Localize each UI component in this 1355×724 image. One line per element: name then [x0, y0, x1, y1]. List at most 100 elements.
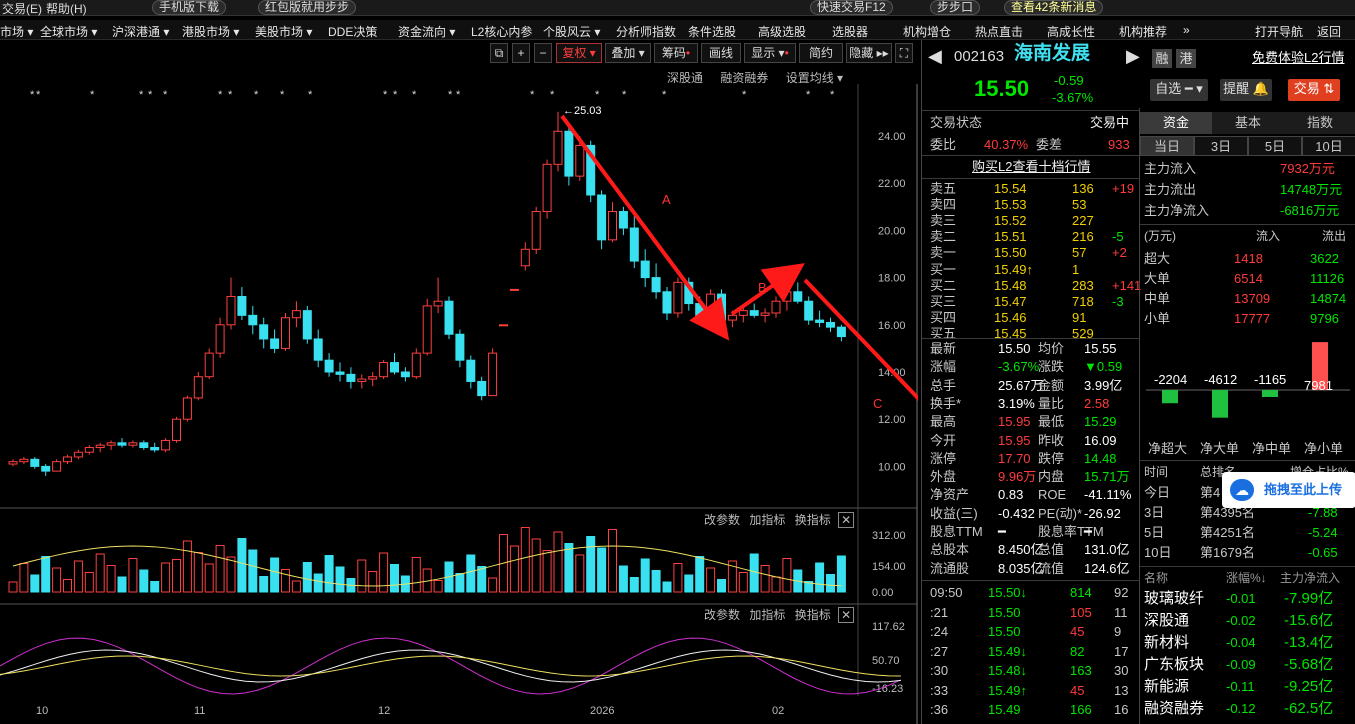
ind-add-button[interactable]: 加指标	[749, 608, 785, 622]
menu-item-1[interactable]: 全球市场 ▾	[40, 23, 97, 40]
candle	[302, 305, 312, 344]
menu-item-10[interactable]: 条件选股	[688, 23, 736, 40]
asks-change: +2	[1112, 245, 1127, 261]
sgt-link[interactable]: 深股通	[667, 71, 703, 85]
candle	[793, 282, 803, 304]
chouma-button[interactable]: 筹码•	[654, 43, 698, 63]
yincang-button[interactable]: 隐藏 ▸▸	[846, 43, 892, 63]
menu-item-7[interactable]: L2核心内参	[471, 23, 532, 40]
sector-name[interactable]: 融资融券	[1144, 700, 1204, 717]
menu-item-3[interactable]: 港股市场 ▾	[182, 23, 239, 40]
candle	[717, 289, 726, 325]
stat-value: ▼0.59	[1084, 359, 1123, 375]
volume-bar	[161, 562, 171, 593]
next-arrow-icon[interactable]: ▶	[1126, 47, 1140, 65]
trade-button[interactable]: 交易 ⇅	[1288, 79, 1340, 101]
upload-widget[interactable]: ☁ 拖拽至此上传	[1222, 472, 1355, 508]
menu-item-8[interactable]: 个股风云 ▾	[543, 23, 600, 40]
menu-item-14[interactable]: 热点直击	[975, 23, 1023, 40]
buy-l2-link[interactable]: 购买L2查看十档行情	[972, 158, 1090, 175]
stat-value: -26.92	[1084, 505, 1121, 521]
menu-item-2[interactable]: 沪深港通 ▾	[112, 23, 169, 40]
fuquan-button[interactable]: 复权 ▾	[556, 43, 602, 63]
ind-param-button[interactable]: 改参数	[704, 608, 740, 622]
volume-bar	[302, 562, 312, 593]
volume-bar	[204, 563, 214, 593]
menu-item-13[interactable]: 机构增仓	[903, 23, 951, 40]
tick-volume: 814	[1070, 585, 1092, 600]
vol-add-button[interactable]: 加指标	[749, 513, 785, 527]
net-flow-name: 净中单	[1252, 441, 1292, 456]
window-icon[interactable]: ⧉	[490, 43, 508, 63]
menu-item-15[interactable]: 高成长性	[1047, 23, 1095, 40]
bids-change: -3	[1112, 293, 1124, 309]
tick-count: 30	[1114, 663, 1129, 678]
fullscreen-icon[interactable]: ⛶	[895, 43, 913, 63]
menu-item-6[interactable]: 资金流向 ▾	[398, 23, 455, 40]
sector-name[interactable]: 玻璃玻纤	[1144, 590, 1204, 607]
quick-trade-button[interactable]: 快速交易F12	[810, 0, 893, 15]
rzrq-link[interactable]: 融资融券	[720, 71, 768, 85]
zoom-in-button[interactable]: +	[512, 43, 530, 63]
menu-help[interactable]: 帮助(H)	[46, 0, 87, 17]
svg-text:*: *	[254, 89, 259, 101]
sector-name[interactable]: 新能源	[1144, 678, 1189, 695]
tab-basic[interactable]: 基本	[1212, 112, 1284, 134]
sector-name[interactable]: 深股通	[1144, 612, 1189, 629]
menu-item-12[interactable]: 选股器	[832, 23, 868, 40]
alert-button[interactable]: 提醒 🔔	[1220, 79, 1272, 101]
menu-item-16[interactable]: 机构推荐	[1119, 23, 1167, 40]
tick-count: 13	[1114, 682, 1129, 698]
period-tab-2[interactable]: 5日	[1248, 136, 1302, 156]
menu-item-0[interactable]: 市场 ▾	[0, 23, 33, 40]
bubu-button[interactable]: 步步口	[930, 0, 981, 15]
jianyue-button[interactable]: 简约	[799, 43, 843, 63]
vol-param-button[interactable]: 改参数	[704, 513, 740, 527]
vol-close-icon[interactable]: ✕	[838, 512, 855, 528]
menu-item-19[interactable]: 返回	[1317, 23, 1341, 40]
fund-row-out: 11126	[1310, 271, 1345, 286]
promo-button[interactable]: 红包版就用步步	[258, 0, 357, 15]
l2-trial-link[interactable]: 免费体验L2行情	[1252, 49, 1344, 66]
x-tick: 2026	[590, 705, 614, 717]
vol-switch-button[interactable]: 换指标	[795, 513, 831, 527]
menu-item-11[interactable]: 高级选股	[758, 23, 806, 40]
back-arrow-icon[interactable]: ◀	[928, 47, 942, 65]
zoom-out-button[interactable]: −	[534, 43, 552, 63]
period-tab-0[interactable]: 当日	[1140, 136, 1194, 156]
menu-item-17[interactable]: »	[1183, 23, 1190, 37]
hk-badge[interactable]: 港	[1176, 49, 1196, 68]
svg-text:*: *	[662, 89, 667, 101]
rank-pct: -5.24	[1308, 525, 1338, 540]
period-tab-1[interactable]: 3日	[1194, 136, 1248, 156]
svg-text:*: *	[228, 89, 233, 101]
stat-value: -0.432	[998, 505, 1035, 521]
rz-badge[interactable]: 融	[1152, 49, 1172, 68]
ind-switch-button[interactable]: 换指标	[795, 608, 831, 622]
sector-name[interactable]: 广东板块	[1144, 656, 1204, 673]
asks-volume: 57	[1072, 245, 1087, 261]
messages-button[interactable]: 查看42条新消息	[1004, 0, 1104, 15]
menu-item-4[interactable]: 美股市场 ▾	[255, 23, 312, 40]
volume-bar	[749, 553, 759, 593]
kline-chart[interactable]: 24.0022.0020.0018.0016.0014.0012.0010.00…	[0, 84, 918, 724]
mobile-download-button[interactable]: 手机版下载	[152, 0, 227, 15]
candle	[63, 454, 72, 465]
add-watchlist-button[interactable]: 自选 ━ ▾	[1150, 79, 1208, 101]
huaxian-button[interactable]: 画线	[701, 43, 741, 63]
sector-name[interactable]: 新材料	[1144, 634, 1189, 651]
bids-price: 15.46	[994, 309, 1027, 325]
menu-item-18[interactable]: 打开导航	[1255, 23, 1303, 40]
menu-item-9[interactable]: 分析师指数	[616, 23, 676, 40]
set-ma-link[interactable]: 设置均线 ▾	[786, 71, 843, 85]
menu-item-5[interactable]: DDE决策	[328, 23, 377, 40]
period-tab-3[interactable]: 10日	[1302, 136, 1355, 156]
ind-close-icon[interactable]: ✕	[838, 607, 855, 623]
tab-fund[interactable]: 资金	[1140, 112, 1212, 134]
diejia-button[interactable]: 叠加 ▾	[605, 43, 651, 63]
tab-index[interactable]: 指数	[1284, 112, 1355, 134]
xianshi-button[interactable]: 显示 ▾•	[744, 43, 796, 63]
sector-pct: -0.09	[1226, 657, 1256, 672]
price-tick: 16.00	[878, 320, 906, 332]
menu-trade[interactable]: 交易(E)	[2, 0, 42, 17]
